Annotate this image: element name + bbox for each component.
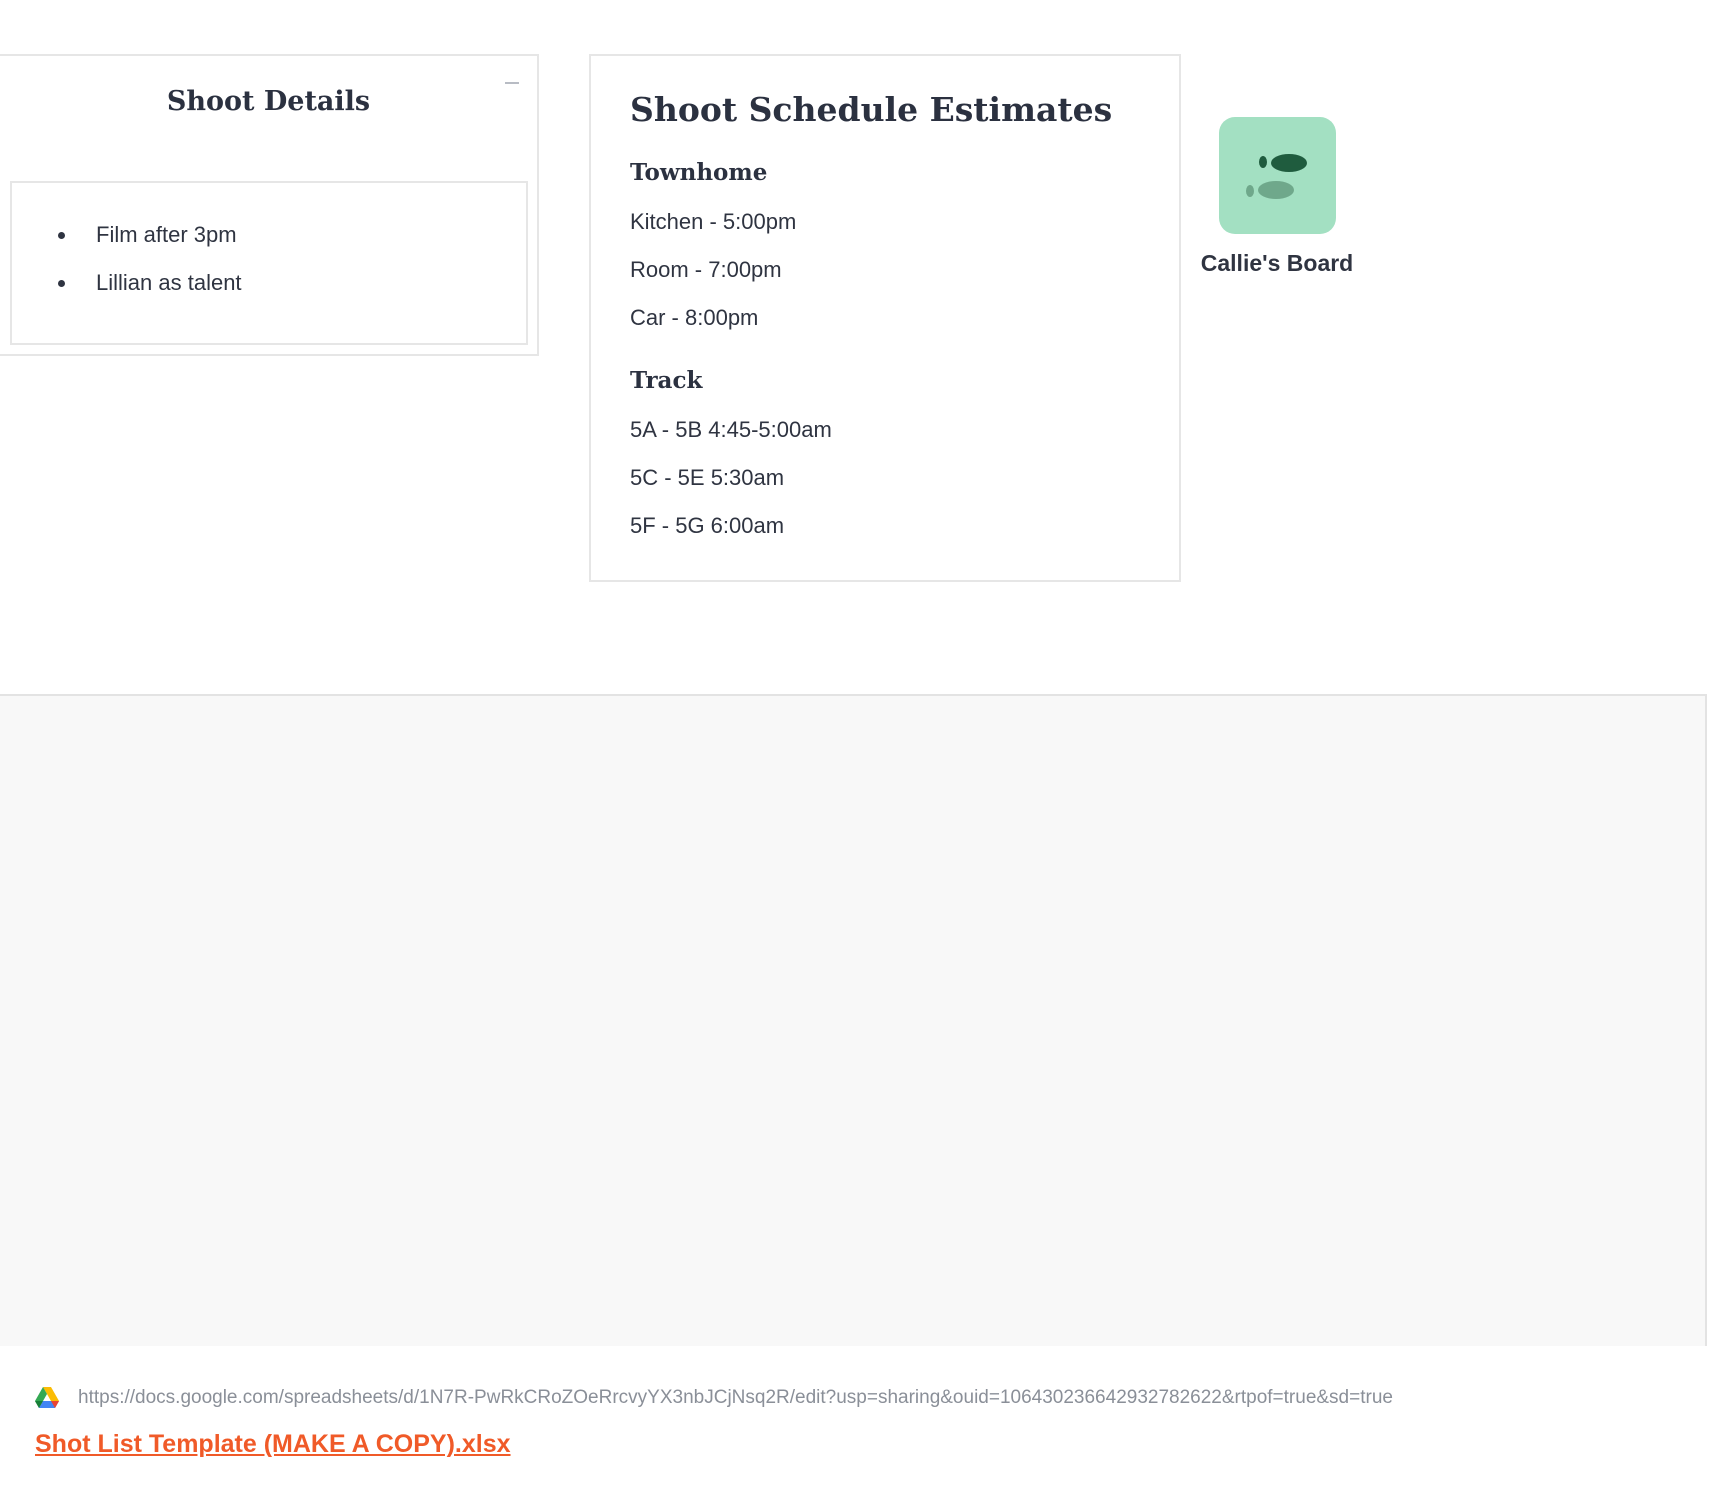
embed-link[interactable]: Shot List Template (MAKE A COPY).xlsx: [35, 1430, 511, 1459]
shoot-details-title: Shoot Details: [166, 86, 371, 117]
board-icon-tile: [1218, 117, 1336, 234]
schedule-line: Kitchen - 5:00pm: [630, 209, 797, 234]
section-heading-track: Track: [630, 367, 703, 394]
board-label: Callie's Board: [1200, 250, 1354, 276]
schedule-card: Shoot Schedule Estimates Townhome Kitche…: [589, 54, 1181, 582]
embed-source-row: https://docs.google.com/spreadsheets/d/1…: [34, 1384, 1393, 1412]
list-item: Film after 3pm: [12, 223, 242, 271]
collapse-icon[interactable]: [505, 82, 519, 84]
bullet-icon: [58, 280, 65, 287]
schedule-line: 5F - 5G 6:00am: [630, 513, 785, 538]
list-item: Lillian as talent: [12, 271, 242, 319]
schedule-line: Car - 8:00pm: [630, 305, 759, 330]
schedule-title: Shoot Schedule Estimates: [630, 90, 1113, 129]
bullet-icon: [58, 232, 65, 239]
shoot-details-list: Film after 3pm Lillian as talent: [12, 223, 242, 319]
schedule-line: 5A - 5B 4:45-5:00am: [630, 417, 832, 442]
section-heading-townhome: Townhome: [630, 159, 768, 186]
schedule-line: 5C - 5E 5:30am: [630, 465, 785, 490]
shoot-details-box: Film after 3pm Lillian as talent: [10, 181, 528, 345]
embed-preview[interactable]: [0, 694, 1707, 1346]
schedule-line: Room - 7:00pm: [630, 257, 782, 282]
footprints-icon: [1245, 154, 1307, 199]
list-item-text: Film after 3pm: [96, 222, 237, 247]
list-item-text: Lillian as talent: [96, 270, 242, 295]
google-drive-icon: [35, 1387, 59, 1408]
embed-url: https://docs.google.com/spreadsheets/d/1…: [78, 1387, 1393, 1408]
page: Shoot Details Film after 3pm Lillian as …: [0, 0, 1709, 1500]
board-tile-callies-board[interactable]: Callie's Board: [1200, 117, 1354, 277]
shoot-details-card: Shoot Details Film after 3pm Lillian as …: [0, 54, 539, 356]
